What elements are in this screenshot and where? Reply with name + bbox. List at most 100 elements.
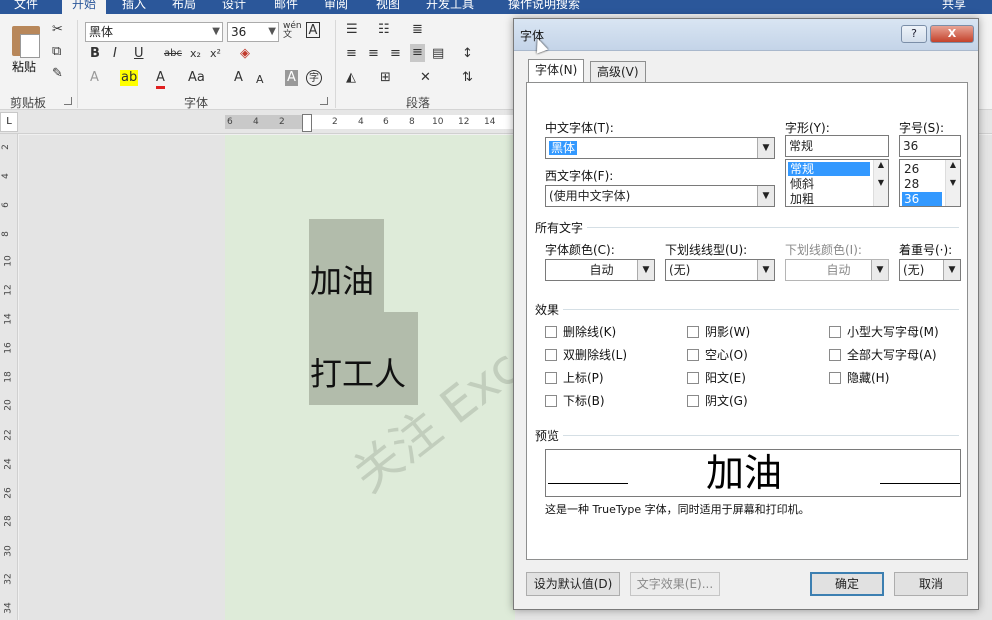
font-size-combo[interactable]: 36 ▼ (227, 22, 279, 42)
font-launcher-icon[interactable] (320, 97, 328, 105)
indent-marker[interactable] (302, 114, 312, 132)
strikethrough-checkbox[interactable] (545, 326, 557, 338)
align-center-icon[interactable]: ≡ (368, 46, 379, 62)
underline-button[interactable]: U (134, 46, 144, 62)
clipboard-launcher-icon[interactable] (64, 97, 72, 105)
chevron-down-icon[interactable]: ▼ (757, 260, 774, 280)
underline-color-select[interactable]: 自动 ▼ (785, 259, 889, 281)
change-case-button[interactable]: Aa (188, 70, 205, 86)
vertical-ruler[interactable]: 2 4 6 8 10 12 14 16 18 20 22 24 26 28 30… (0, 134, 18, 620)
align-right-icon[interactable]: ≡ (390, 46, 401, 62)
tell-me-search[interactable]: 操作说明搜索 (508, 0, 580, 12)
style-list[interactable]: 常规 倾斜 加粗 ▲ ▼ (785, 159, 889, 207)
list-item[interactable]: 26 (902, 162, 919, 176)
distributed-icon[interactable]: ▤ (432, 46, 444, 62)
all-caps-checkbox[interactable] (829, 349, 841, 361)
paste-icon[interactable] (12, 26, 40, 58)
document-text-line[interactable]: 打工人 (310, 356, 406, 392)
chevron-down-icon[interactable]: ▼ (212, 23, 220, 41)
tab-insert[interactable]: 插入 (122, 0, 146, 12)
tab-mailings[interactable]: 邮件 (274, 0, 298, 12)
multilevel-list-icon[interactable]: ≣ (412, 22, 423, 38)
chevron-down-icon[interactable]: ▼ (757, 138, 774, 158)
bold-button[interactable]: B (90, 46, 100, 62)
style-input[interactable]: 常规 (785, 135, 889, 157)
character-shading-icon[interactable]: A (285, 70, 298, 86)
help-button[interactable]: ? (901, 25, 927, 43)
tab-developer[interactable]: 开发工具 (426, 0, 474, 12)
subscript-checkbox[interactable] (545, 395, 557, 407)
borders-icon[interactable]: ⊞ (380, 70, 391, 86)
text-effects-button[interactable]: 文字效果(E)... (630, 572, 720, 596)
chevron-down-icon[interactable]: ▼ (268, 23, 276, 41)
align-left-icon[interactable]: ≡ (346, 46, 357, 62)
font-color-icon[interactable]: A (156, 70, 165, 89)
emphasis-mark-select[interactable]: (无) ▼ (899, 259, 961, 281)
list-item[interactable]: 常规 (788, 162, 870, 176)
tab-layout[interactable]: 布局 (172, 0, 196, 12)
set-as-default-button[interactable]: 设为默认值(D) (526, 572, 620, 596)
tab-review[interactable]: 审阅 (324, 0, 348, 12)
tab-selector[interactable]: L (0, 112, 18, 132)
list-item[interactable]: 加粗 (788, 192, 814, 206)
font-color-select[interactable]: 自动 ▼ (545, 259, 655, 281)
highlight-icon[interactable]: ab (120, 70, 139, 86)
underline-type-select[interactable]: (无) ▼ (665, 259, 775, 281)
chevron-down-icon[interactable]: ▼ (757, 186, 774, 206)
clear-formatting-icon[interactable]: ◈ (240, 46, 250, 62)
justify-icon[interactable]: ≡ (410, 44, 425, 62)
scrollbar[interactable]: ▲ ▼ (873, 160, 888, 206)
bullets-icon[interactable]: ☰ (346, 22, 358, 38)
grow-font-button[interactable]: A (234, 70, 243, 86)
size-input[interactable]: 36 (899, 135, 961, 157)
engrave-checkbox[interactable] (687, 395, 699, 407)
list-item[interactable]: 28 (902, 177, 919, 191)
line-spacing-icon[interactable]: ↕ (462, 46, 473, 62)
copy-icon[interactable]: ⧉ (52, 44, 61, 60)
size-list[interactable]: 26 28 36 ▲ ▼ (899, 159, 961, 207)
chevron-down-icon[interactable]: ▼ (943, 260, 960, 280)
tab-font[interactable]: 字体(N) (528, 59, 585, 83)
close-button[interactable]: X (930, 25, 974, 43)
shadow-checkbox[interactable] (687, 326, 699, 338)
chinese-layout-icon[interactable]: ✕ (420, 70, 431, 86)
double-strikethrough-checkbox[interactable] (545, 349, 557, 361)
western-font-select[interactable]: (使用中文字体) ▼ (545, 185, 775, 207)
format-painter-icon[interactable]: ✎ (52, 66, 63, 82)
numbering-icon[interactable]: ☷ (378, 22, 390, 38)
tab-advanced[interactable]: 高级(V) (590, 61, 646, 83)
share-button[interactable]: 共享 (942, 0, 966, 12)
superscript-checkbox[interactable] (545, 372, 557, 384)
italic-button[interactable]: I (113, 46, 117, 62)
paste-button[interactable]: 粘贴 (12, 58, 36, 75)
small-caps-checkbox[interactable] (829, 326, 841, 338)
tab-design[interactable]: 设计 (222, 0, 246, 12)
outline-checkbox[interactable] (687, 349, 699, 361)
superscript-button[interactable]: x² (210, 46, 221, 62)
emboss-checkbox[interactable] (687, 372, 699, 384)
tab-view[interactable]: 视图 (376, 0, 400, 12)
chinese-font-select[interactable]: 黑体 ▼ (545, 137, 775, 159)
cancel-button[interactable]: 取消 (894, 572, 968, 596)
list-item[interactable]: 倾斜 (788, 177, 814, 191)
dialog-title-bar[interactable]: 字体 ? X (514, 19, 978, 51)
text-effects-icon[interactable]: A (90, 70, 99, 86)
character-border-icon[interactable]: A (306, 22, 320, 38)
chevron-down-icon[interactable]: ▼ (871, 260, 888, 280)
document-text-line[interactable]: 加油 (310, 263, 374, 299)
font-name-combo[interactable]: 黑体 ▼ (85, 22, 223, 42)
ok-button[interactable]: 确定 (810, 572, 884, 596)
sort-icon[interactable]: ⇅ (462, 70, 473, 86)
hidden-checkbox[interactable] (829, 372, 841, 384)
chevron-down-icon[interactable]: ▼ (637, 260, 654, 280)
list-item[interactable]: 36 (902, 192, 942, 206)
tab-file[interactable]: 文件 (14, 0, 38, 12)
shrink-font-button[interactable]: A (256, 72, 264, 88)
shading-icon[interactable]: ◭ (346, 70, 356, 86)
phonetic-guide-icon[interactable]: wén 文 (283, 22, 303, 40)
cut-icon[interactable]: ✂ (52, 22, 63, 38)
subscript-button[interactable]: x₂ (190, 46, 201, 62)
tab-home[interactable]: 开始 (62, 0, 107, 14)
scrollbar[interactable]: ▲ ▼ (945, 160, 960, 206)
enclose-characters-icon[interactable]: 字 (306, 70, 322, 86)
